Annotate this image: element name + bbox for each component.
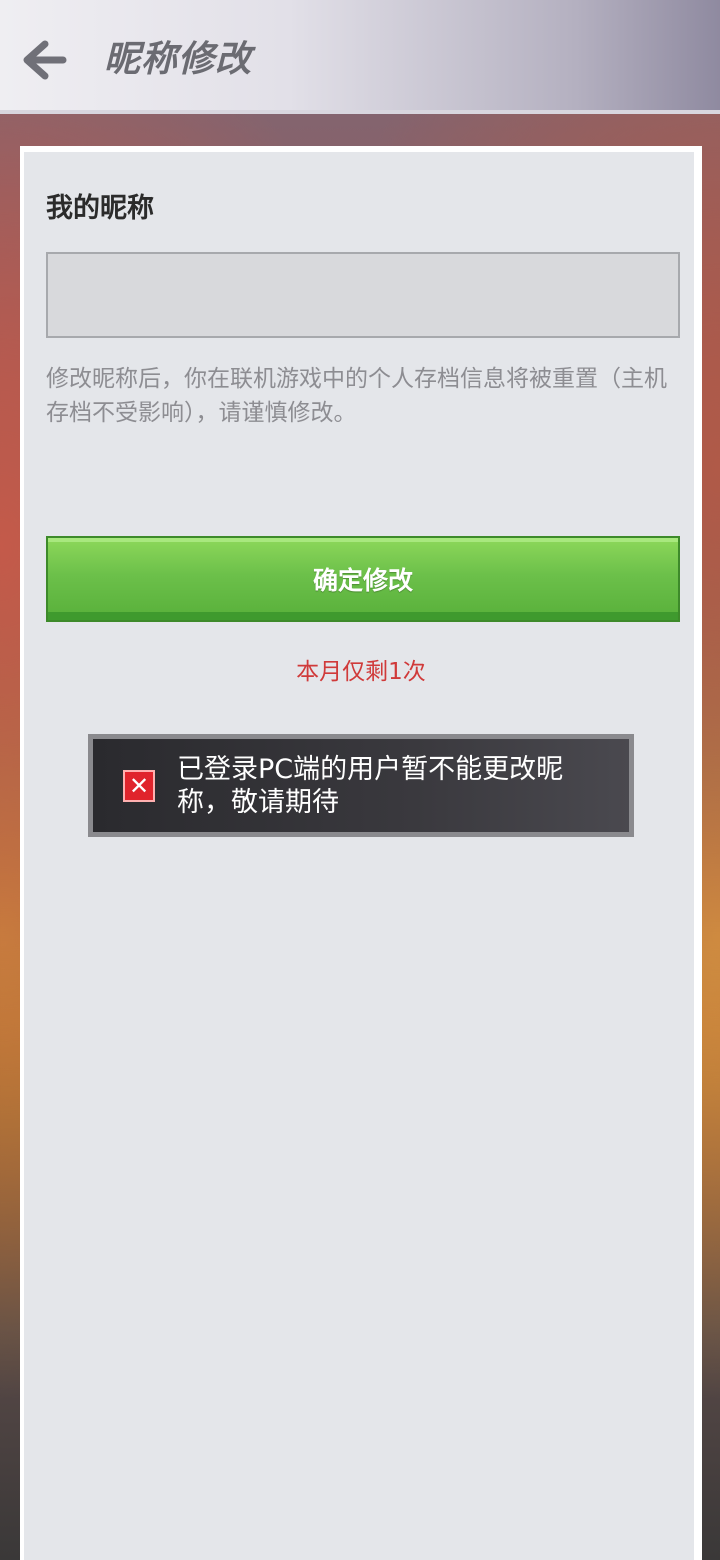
toast-body: ✕ 已登录PC端的用户暂不能更改昵称，敬请期待: [93, 739, 629, 832]
error-icon: ✕: [123, 769, 155, 802]
nickname-input[interactable]: [46, 252, 680, 338]
top-bar: 昵称修改: [0, 0, 720, 114]
toast-message: 已登录PC端的用户暂不能更改昵称，敬请期待: [177, 753, 564, 818]
remaining-count: 本月仅剩1次: [296, 659, 426, 685]
confirm-button[interactable]: 确定修改: [46, 536, 680, 622]
nickname-label: 我的昵称: [46, 193, 154, 224]
nickname-panel: 我的昵称 修改昵称后，你在联机游戏中的个人存档信息将被重置（主机存档不受影响），…: [20, 146, 702, 1560]
error-toast: ✕ 已登录PC端的用户暂不能更改昵称，敬请期待: [88, 734, 634, 837]
arrow-left-icon: [23, 40, 67, 80]
back-button[interactable]: [18, 36, 70, 84]
reset-notice: 修改昵称后，你在联机游戏中的个人存档信息将被重置（主机存档不受影响），请谨慎修改…: [46, 366, 667, 426]
page-title: 昵称修改: [104, 39, 253, 80]
